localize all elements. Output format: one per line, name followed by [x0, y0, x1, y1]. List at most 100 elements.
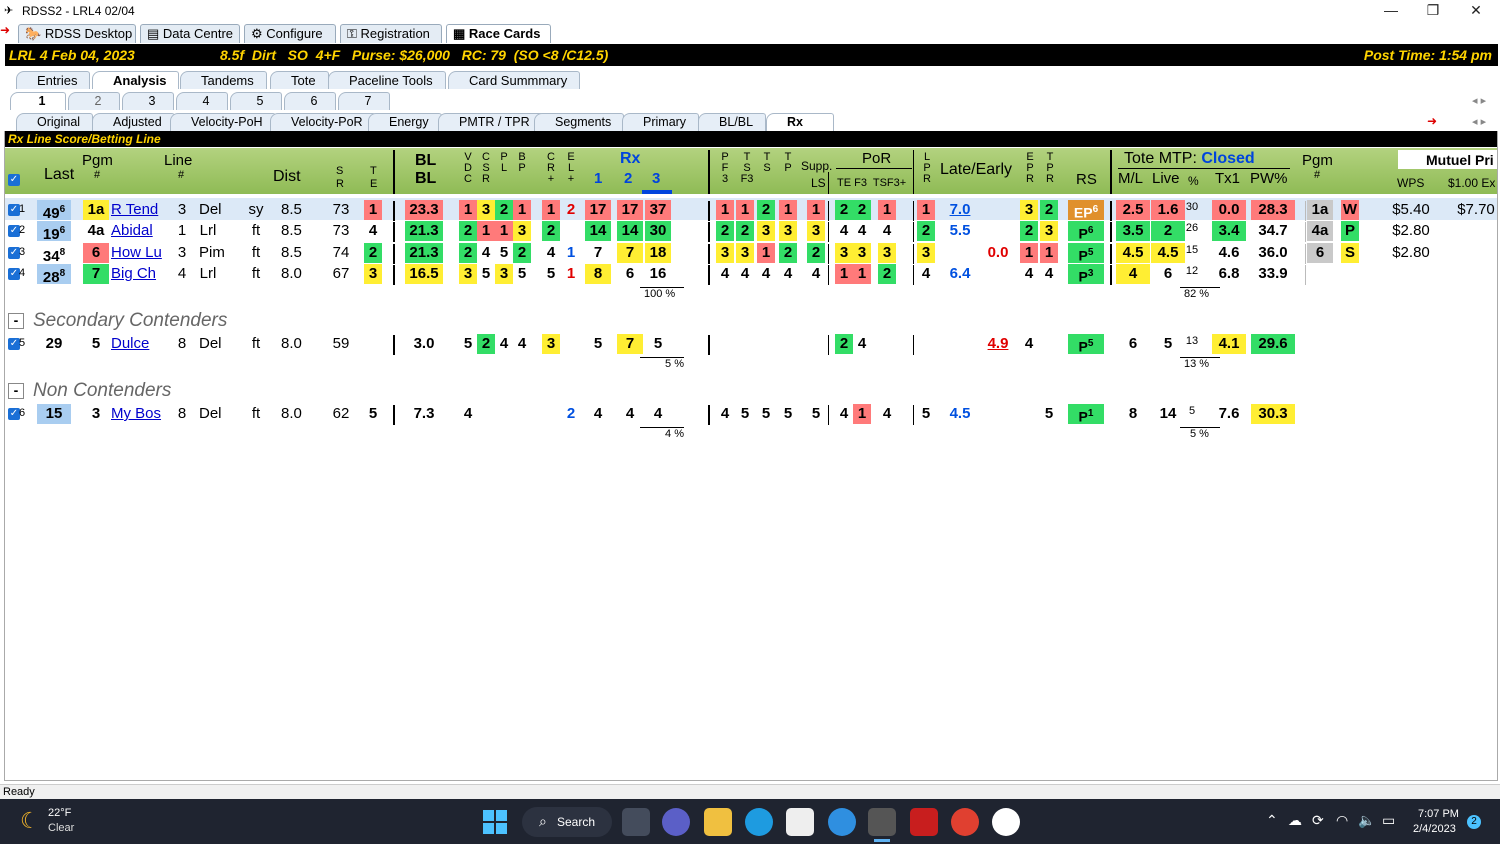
race-tab-2[interactable]: 2: [68, 92, 120, 110]
cell-tsf: 4: [882, 405, 892, 422]
app-icon-2[interactable]: [992, 808, 1020, 836]
wifi-icon[interactable]: ◠: [1336, 812, 1348, 829]
cell-ts2: 1: [757, 243, 775, 263]
cell-rx3: 37: [645, 200, 671, 220]
title-bar: ✈ RDSS2 - LRL4 02/04 — ❐ ✕: [0, 0, 1500, 22]
windows-start-icon[interactable]: [483, 810, 507, 834]
subtab-segments[interactable]: Segments: [534, 113, 625, 131]
collapse-non-button[interactable]: -: [8, 383, 24, 399]
notification-badge[interactable]: 2: [1467, 815, 1481, 829]
scroll-arrows-icon-2[interactable]: ◂ ▸: [1472, 115, 1486, 128]
cell-line: 8: [177, 405, 187, 422]
minimize-button[interactable]: —: [1370, 0, 1412, 22]
export-icon[interactable]: ➜: [1427, 114, 1437, 128]
subtab-energy[interactable]: Energy: [368, 113, 442, 131]
column-divider: [1110, 265, 1112, 285]
cell-pf: 3: [716, 243, 734, 263]
battery-icon[interactable]: ▭: [1382, 812, 1395, 829]
cell-name[interactable]: Abidal: [111, 221, 171, 241]
weather-temp: 22°F: [48, 807, 72, 819]
mcafee-icon[interactable]: [910, 808, 938, 836]
search-button[interactable]: ⌕ Search: [522, 807, 612, 837]
key-icon: ⚿: [347, 26, 357, 41]
cell-sr: 62: [332, 405, 350, 422]
cell-te2: 2: [835, 334, 853, 354]
cell-name[interactable]: Dulce: [111, 334, 171, 354]
tab-tote[interactable]: Tote: [270, 71, 329, 89]
race-tab-3[interactable]: 3: [122, 92, 174, 110]
column-divider: [393, 335, 395, 355]
header-tsf3: T S F3: [740, 151, 754, 185]
cell-pos: P: [1341, 221, 1359, 241]
select-all-checkbox[interactable]: ✓: [8, 174, 20, 186]
tab-analysis[interactable]: Analysis: [92, 71, 180, 89]
cell-tx1: 3.4: [1212, 221, 1246, 241]
chevron-up-icon[interactable]: ⌃: [1266, 812, 1278, 829]
column-divider: [828, 201, 829, 221]
subtab-rx[interactable]: Rx: [766, 113, 834, 131]
cell-cr: 5: [546, 265, 556, 282]
help-icon[interactable]: [828, 808, 856, 836]
back-arrow-icon[interactable]: ➜: [0, 23, 10, 37]
cell-live: 4.5: [1151, 243, 1185, 263]
rdss-app-icon[interactable]: [868, 808, 896, 836]
cell-e: 1: [1020, 243, 1038, 263]
subtab-bl-bl[interactable]: BL/BL: [698, 113, 767, 131]
cell-v: 5: [463, 335, 473, 352]
subtab-primary[interactable]: Primary: [622, 113, 700, 131]
chat-icon[interactable]: [662, 808, 690, 836]
cell-last: 288: [37, 264, 71, 286]
scroll-arrows-icon[interactable]: ◂ ▸: [1472, 94, 1486, 107]
edge-icon[interactable]: [745, 808, 773, 836]
cell-e: 2: [1020, 221, 1038, 241]
collapse-secondary-button[interactable]: -: [8, 313, 24, 329]
cell-pgm2: [1307, 264, 1333, 284]
cell-n: 4: [19, 267, 26, 279]
tab-entries[interactable]: Entries: [16, 71, 91, 89]
tab-paceline-tools[interactable]: Paceline Tools: [328, 71, 446, 89]
tab-configure[interactable]: ⚙ Configure: [244, 24, 336, 43]
subtab-velocity-por[interactable]: Velocity-PoR: [270, 113, 376, 131]
cell-name[interactable]: How Lu: [111, 243, 171, 263]
column-divider: [393, 244, 395, 264]
race-tab-7[interactable]: 7: [338, 92, 390, 110]
header-line-hash: #: [178, 169, 185, 181]
race-tab-5[interactable]: 5: [230, 92, 282, 110]
race-tab-6[interactable]: 6: [284, 92, 336, 110]
header-pct: %: [1188, 174, 1199, 188]
cell-rx1: 5: [593, 335, 603, 352]
store-icon[interactable]: [786, 808, 814, 836]
cell-name[interactable]: R Tend: [111, 200, 171, 220]
header-el: E L +: [567, 151, 575, 185]
cell-trk: Del: [199, 201, 222, 218]
cell-name[interactable]: My Bos: [111, 404, 171, 424]
clock-date[interactable]: 2/4/2023: [1413, 823, 1456, 835]
race-tab-1[interactable]: 1: [10, 92, 66, 110]
close-button[interactable]: ✕: [1455, 0, 1497, 22]
race-tab-4[interactable]: 4: [176, 92, 228, 110]
moon-weather-icon[interactable]: ☾: [20, 808, 40, 834]
subtab-velocity-poh[interactable]: Velocity-PoH: [170, 113, 276, 131]
tab-card-summary[interactable]: Card Summmary: [448, 71, 581, 89]
cell-f3: 4: [857, 335, 867, 352]
cell-cr: 3: [542, 334, 560, 354]
cloud-icon[interactable]: ☁: [1288, 812, 1302, 829]
volume-icon[interactable]: 🔈: [1358, 812, 1375, 829]
tab-tandems[interactable]: Tandems: [180, 71, 267, 89]
cell-te: [364, 334, 382, 354]
chrome-icon[interactable]: [951, 808, 979, 836]
tab-rdss-desktop[interactable]: 🐎 RDSS Desktop: [18, 24, 136, 43]
maximize-button[interactable]: ❐: [1412, 0, 1454, 22]
task-view-icon[interactable]: [622, 808, 650, 836]
subtab-pmtr-tpr[interactable]: PMTR / TPR: [438, 113, 543, 131]
tab-race-cards[interactable]: ▦ Race Cards: [446, 24, 551, 43]
clock-time[interactable]: 7:07 PM: [1418, 808, 1459, 820]
subtab-original[interactable]: Original: [16, 113, 94, 131]
tab-registration[interactable]: ⚿ Registration: [340, 24, 442, 43]
tab-data-centre[interactable]: ▤ Data Centre: [140, 24, 240, 43]
sync-icon[interactable]: ⟳: [1312, 812, 1324, 829]
subtab-adjusted[interactable]: Adjusted: [92, 113, 175, 131]
cell-name[interactable]: Big Ch: [111, 264, 171, 284]
cell-pgm: 4a: [87, 222, 105, 239]
file-explorer-icon[interactable]: [704, 808, 732, 836]
